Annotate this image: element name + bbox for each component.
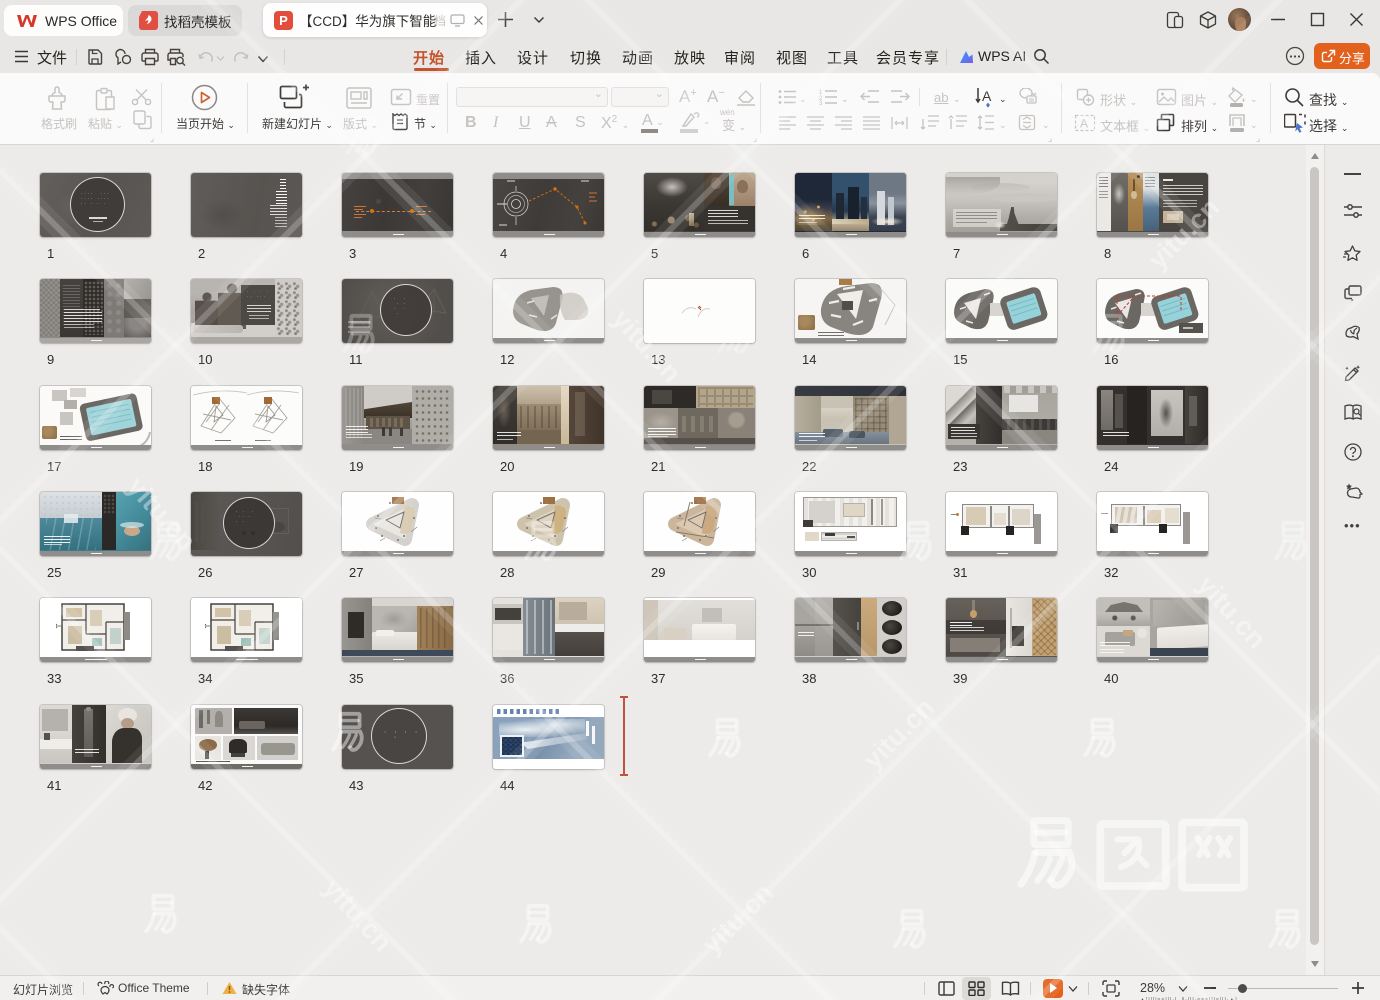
svg-text:A: A: [982, 88, 992, 104]
svg-text:3: 3: [819, 101, 823, 105]
svg-text:A: A: [1080, 117, 1088, 131]
